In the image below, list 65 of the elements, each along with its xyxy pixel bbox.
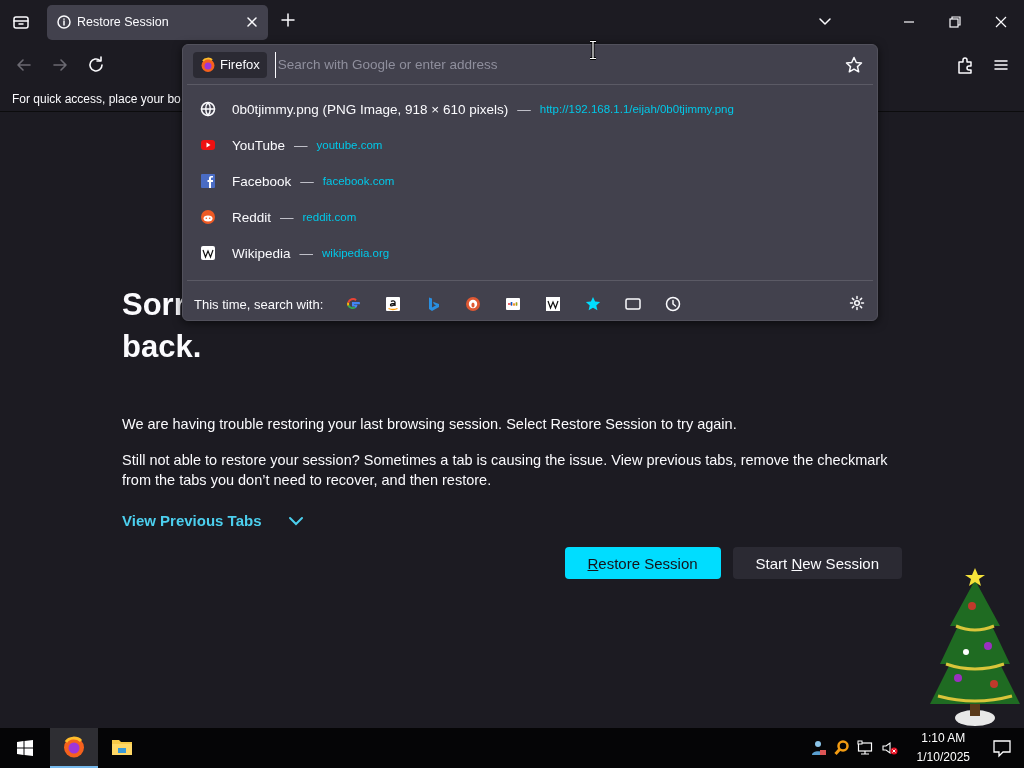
suggestion-row[interactable]: YouTube — youtube.com <box>183 127 877 163</box>
f-logo-icon <box>200 173 216 189</box>
suggestion-title: YouTube <box>232 137 286 153</box>
reload-icon[interactable] <box>86 55 106 75</box>
star-outline-icon[interactable] <box>845 55 863 74</box>
clock-time: 1:10 AM <box>921 730 966 747</box>
taskbar-app[interactable] <box>50 728 98 768</box>
suggestion-title: Reddit <box>232 209 272 225</box>
message-paragraph: We are having trouble restoring your last browsing session. Select Restore Session to try again. <box>122 415 738 434</box>
text-cursor-icon <box>588 40 598 60</box>
dash-separator: — <box>517 101 531 117</box>
tab-tray-icon[interactable] <box>12 13 30 31</box>
settings-icon[interactable] <box>849 294 865 311</box>
new-session-button[interactable]: Start New Session <box>732 547 902 579</box>
notification-icon[interactable] <box>992 738 1012 758</box>
alien-head-icon <box>200 209 216 225</box>
dash-separator: — <box>299 245 314 261</box>
suggestion-url: youtube.com <box>316 139 383 151</box>
suggestion-url: http://192.168.1.1/eijah/0b0tjimmy.png <box>539 103 734 115</box>
tab[interactable]: Restore Session <box>47 4 268 40</box>
identity-chip[interactable]: Firefox <box>193 51 267 78</box>
suggestion-url: wikipedia.org <box>322 247 390 259</box>
suggestion-row[interactable]: Reddit — reddit.com <box>183 199 877 235</box>
plus-icon[interactable] <box>281 13 295 27</box>
search-with-label: This time, search with: <box>194 296 324 312</box>
chevron-icon[interactable] <box>287 515 304 526</box>
page-heading: back. <box>122 328 202 366</box>
view-tabs-link[interactable]: View Previous Tabs <box>122 512 262 529</box>
tab-icon[interactable] <box>625 296 642 312</box>
g-logo-icon[interactable] <box>345 296 362 312</box>
speaker-muted-icon[interactable] <box>880 739 899 757</box>
dash-separator: — <box>280 209 294 225</box>
w-logo-icon[interactable] <box>545 296 562 312</box>
star-icon[interactable] <box>585 296 602 312</box>
close-icon[interactable] <box>246 16 258 28</box>
w-logo-icon <box>200 245 216 261</box>
address-field[interactable]: Search with Google or enter address <box>274 51 845 78</box>
globe-icon <box>200 101 216 117</box>
suggestion-title: Wikipedia <box>232 245 291 261</box>
suggestion-url: facebook.com <box>322 175 395 187</box>
suggestion-title: 0b0tjimmy.png (PNG Image, 918 × 610 pixels) <box>232 101 509 117</box>
network-icon[interactable] <box>856 739 875 757</box>
video-play-icon <box>200 137 216 153</box>
restore-session-button[interactable]: Restore Session <box>564 547 721 579</box>
message-paragraph: Still not able to restore your session? Sometimes a tab is causing the issue. View previous tabs, remove the checkmark from the tabs you don’t need to recover, and then restore. <box>122 451 889 490</box>
restore-icon[interactable] <box>946 13 964 31</box>
suggestion-url: reddit.com <box>302 211 357 223</box>
suggestion-title: Facebook <box>232 173 292 189</box>
dash-separator: — <box>300 173 314 189</box>
clock-icon[interactable] <box>665 296 682 312</box>
clock-date: 1/10/2025 <box>916 749 970 766</box>
suggestion-row[interactable]: Wikipedia — wikipedia.org <box>183 235 877 271</box>
suggestion-row[interactable]: Facebook — facebook.com <box>183 163 877 199</box>
page-heading: Sorr <box>122 286 186 324</box>
dash-separator: — <box>294 137 308 153</box>
firefox-logo-icon <box>200 56 216 73</box>
firefox-logo-icon <box>62 735 86 759</box>
bookmarks-hint: For quick access, place your bo <box>12 91 181 106</box>
puzzle-icon[interactable] <box>956 56 974 74</box>
info-icon <box>57 15 71 29</box>
magnifier-icon[interactable] <box>832 739 851 757</box>
a-logo-icon[interactable] <box>385 296 402 312</box>
taskbar-clock[interactable]: 1:10 AM 1/10/2025 <box>902 728 980 768</box>
suggestion-row[interactable]: 0b0tjimmy.png (PNG Image, 918 × 610 pixels) — http://192.168.1.1/eijah/0b0tjimmy.png <box>183 91 877 127</box>
windows-logo-icon[interactable] <box>16 739 34 757</box>
